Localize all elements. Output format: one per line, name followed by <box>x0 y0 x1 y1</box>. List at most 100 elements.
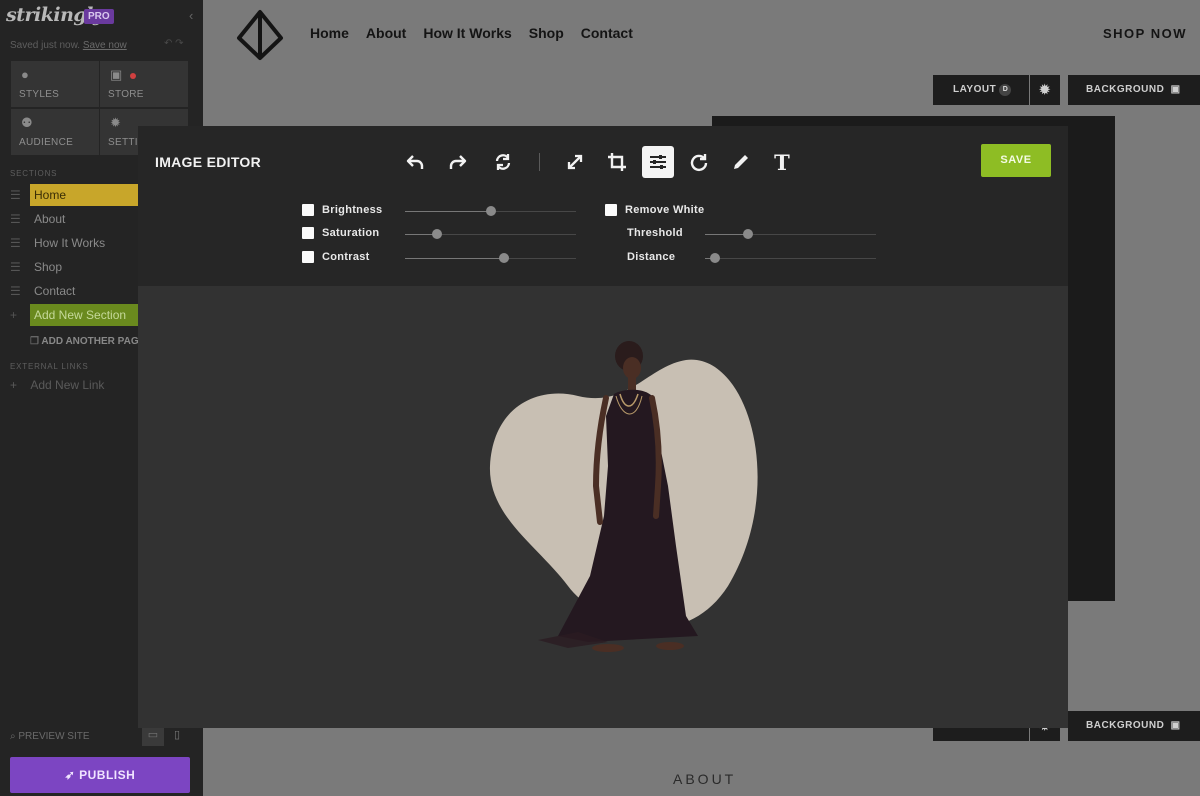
threshold-slider-handle[interactable] <box>742 229 753 239</box>
image-icon: ▣ <box>1170 84 1181 95</box>
sidebar-item-contact[interactable]: ☰ Contact <box>0 280 140 302</box>
drag-handle-icon[interactable]: ☰ <box>10 212 21 226</box>
saturation-slider[interactable] <box>405 229 576 239</box>
brightness-label: Brightness <box>322 204 383 216</box>
preview-label: PREVIEW SITE <box>18 731 90 742</box>
bag-icon: ▣ <box>110 67 123 82</box>
sidebar-item-how-it-works[interactable]: ☰ How It Works <box>0 232 140 254</box>
saved-status-text: Saved just now. <box>10 40 81 51</box>
remove-white-checkbox[interactable] <box>605 204 617 216</box>
rocket-icon: ➶ <box>64 768 76 782</box>
brightness-checkbox[interactable] <box>302 204 314 216</box>
audience-tile[interactable]: ⚉ AUDIENCE <box>11 109 99 155</box>
save-status: Saved just now. Save now <box>10 40 127 51</box>
brightness-slider-handle[interactable] <box>485 206 496 216</box>
brightness-fill <box>405 211 491 212</box>
resize-icon[interactable] <box>559 146 591 178</box>
sidebar-item-label: Home <box>30 184 140 206</box>
search-icon: ⌕ <box>10 731 16 742</box>
toolbar-divider <box>539 153 540 171</box>
layout-button[interactable]: LAYOUT D <box>933 75 1029 105</box>
sidebar-item-label: Shop <box>34 260 63 274</box>
site-nav-shop[interactable]: Shop <box>529 25 564 41</box>
site-nav: Home About How It Works Shop Contact <box>310 25 633 41</box>
crop-icon[interactable] <box>601 146 633 178</box>
styles-tile[interactable]: ● STYLES <box>11 61 99 107</box>
store-tile[interactable]: ▣ STORE <box>100 61 188 107</box>
sections-heading: SECTIONS <box>10 169 58 178</box>
palette-icon: ● <box>21 67 30 82</box>
history-icons[interactable]: ↶ ↷ <box>164 38 184 49</box>
undo-icon[interactable] <box>399 146 431 178</box>
distance-slider-handle[interactable] <box>710 253 721 263</box>
preview-site-button[interactable]: ⌕ PREVIEW SITE <box>10 731 90 742</box>
background-label: BACKGROUND <box>1086 720 1165 731</box>
drag-handle-icon[interactable]: ☰ <box>10 284 21 298</box>
site-logo-icon[interactable] <box>233 8 287 62</box>
sidebar-item-label: About <box>34 212 66 226</box>
drag-handle-icon[interactable]: ☰ <box>10 236 21 250</box>
site-nav-how-it-works[interactable]: How It Works <box>423 25 511 41</box>
text-icon[interactable]: T <box>766 146 798 178</box>
plan-badge: PRO <box>84 9 114 24</box>
shop-now-link[interactable]: SHOP NOW <box>1103 26 1187 41</box>
publish-label: PUBLISH <box>79 768 136 782</box>
add-page-label: ADD ANOTHER PAGE <box>41 336 146 347</box>
store-label: STORE <box>108 89 144 100</box>
draw-icon[interactable] <box>725 146 757 178</box>
notification-dot <box>130 73 136 79</box>
add-page-button[interactable]: ❐ ADD ANOTHER PAGE <box>30 336 145 347</box>
redo-icon[interactable] <box>442 146 474 178</box>
save-button[interactable]: SAVE <box>981 144 1051 177</box>
sidebar-item-shop[interactable]: ☰ Shop <box>0 256 140 278</box>
background-label: BACKGROUND <box>1086 84 1165 95</box>
site-nav-home[interactable]: Home <box>310 25 349 41</box>
contrast-slider[interactable] <box>405 253 576 263</box>
image-editor-modal: IMAGE EDITOR T SAVE Brightness Saturatio… <box>138 126 1068 728</box>
threshold-slider[interactable] <box>705 229 876 239</box>
sidebar-item-home[interactable]: ☰ Home <box>0 184 140 206</box>
save-now-link[interactable]: Save now <box>83 40 127 51</box>
site-nav-about[interactable]: About <box>366 25 406 41</box>
mobile-view-icon[interactable]: ▯ <box>166 728 188 746</box>
add-section-button[interactable]: + Add New Section <box>0 304 140 326</box>
plus-icon: + <box>10 378 18 392</box>
adjust-icon[interactable] <box>642 146 674 178</box>
image-icon: ▣ <box>1170 720 1181 731</box>
image-editor-title: IMAGE EDITOR <box>155 154 262 170</box>
sidebar-item-about[interactable]: ☰ About <box>0 208 140 230</box>
saturation-checkbox[interactable] <box>302 227 314 239</box>
saturation-slider-handle[interactable] <box>432 229 443 239</box>
contrast-slider-handle[interactable] <box>499 253 510 263</box>
styles-label: STYLES <box>19 89 60 100</box>
rotate-icon[interactable] <box>683 146 715 178</box>
contrast-checkbox[interactable] <box>302 251 314 263</box>
distance-slider[interactable] <box>705 253 876 263</box>
collapse-sidebar-icon[interactable]: ‹ <box>189 8 193 23</box>
background-button[interactable]: BACKGROUND ▣ <box>1068 75 1200 105</box>
saturation-label: Saturation <box>322 227 380 239</box>
site-nav-contact[interactable]: Contact <box>581 25 633 41</box>
background-button-lower[interactable]: BACKGROUND ▣ <box>1068 711 1200 741</box>
users-icon: ⚉ <box>21 115 33 130</box>
add-link-label: Add New Link <box>30 378 105 392</box>
publish-button[interactable]: ➶ PUBLISH <box>10 757 190 793</box>
sidebar-item-label: How It Works <box>34 236 106 250</box>
image-editor-toolbar: IMAGE EDITOR T SAVE Brightness Saturatio… <box>138 126 1068 286</box>
brightness-slider[interactable] <box>405 206 576 216</box>
external-links-heading: EXTERNAL LINKS <box>10 362 89 371</box>
gear-icon: ✹ <box>110 115 122 130</box>
page-icon: ❐ <box>30 336 39 347</box>
image-canvas[interactable] <box>138 286 1068 728</box>
threshold-fill <box>705 234 748 235</box>
section-settings-gear-icon[interactable]: ✹ <box>1030 75 1060 105</box>
add-link-button[interactable]: + Add New Link <box>10 378 104 392</box>
desktop-view-icon[interactable]: ▭ <box>142 728 164 746</box>
add-section-label: Add New Section <box>30 304 140 326</box>
drag-handle-icon[interactable]: ☰ <box>10 188 21 202</box>
layout-badge: D <box>999 84 1012 96</box>
threshold-label: Threshold <box>627 227 683 239</box>
reset-icon[interactable] <box>487 146 519 178</box>
drag-handle-icon[interactable]: ☰ <box>10 260 21 274</box>
audience-label: AUDIENCE <box>19 137 74 148</box>
